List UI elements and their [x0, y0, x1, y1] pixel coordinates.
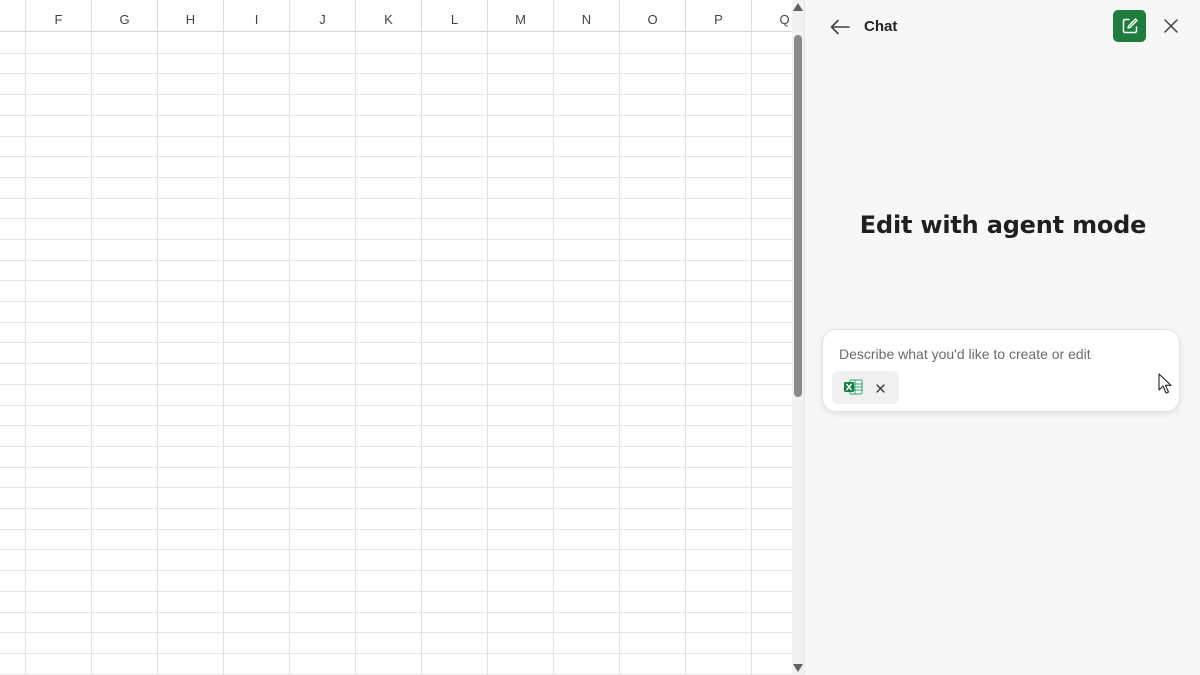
attached-file-chip[interactable] — [832, 371, 899, 404]
column-header-j[interactable]: J — [290, 0, 356, 32]
prompt-input[interactable] — [839, 343, 1149, 365]
prompt-composer[interactable] — [822, 329, 1180, 412]
column-header-partial — [0, 0, 26, 32]
close-pane-button[interactable] — [1157, 12, 1185, 40]
column-header-k[interactable]: K — [356, 0, 422, 32]
remove-attachment-button[interactable] — [872, 380, 888, 396]
column-header-n[interactable]: N — [554, 0, 620, 32]
cell-grid[interactable] — [0, 32, 792, 675]
mouse-cursor-icon — [1158, 373, 1172, 394]
column-header-bar: FGHIJKLMNOPQ — [0, 0, 792, 32]
column-header-o[interactable]: O — [620, 0, 686, 32]
chat-pane: Chat Edit with agent mode — [804, 0, 1200, 675]
vertical-scrollbar[interactable] — [792, 0, 804, 675]
column-header-q[interactable]: Q — [752, 0, 792, 32]
close-icon — [1164, 19, 1178, 33]
back-button[interactable] — [825, 12, 855, 42]
scroll-up-arrow-icon[interactable] — [793, 2, 803, 12]
column-header-i[interactable]: I — [224, 0, 290, 32]
compose-icon — [1122, 18, 1138, 34]
column-header-g[interactable]: G — [92, 0, 158, 32]
close-icon — [875, 383, 885, 393]
column-header-f[interactable]: F — [26, 0, 92, 32]
column-header-p[interactable]: P — [686, 0, 752, 32]
column-header-m[interactable]: M — [488, 0, 554, 32]
spreadsheet-grid[interactable]: FGHIJKLMNOPQ — [0, 0, 792, 675]
excel-file-icon — [844, 379, 863, 395]
agent-mode-heading: Edit with agent mode — [859, 211, 1147, 239]
pane-title: Chat — [864, 18, 898, 35]
arrow-left-icon — [830, 19, 850, 35]
scroll-down-arrow-icon[interactable] — [793, 663, 803, 673]
new-chat-button[interactable] — [1113, 10, 1146, 42]
scrollbar-thumb[interactable] — [794, 35, 802, 397]
column-header-h[interactable]: H — [158, 0, 224, 32]
column-header-l[interactable]: L — [422, 0, 488, 32]
